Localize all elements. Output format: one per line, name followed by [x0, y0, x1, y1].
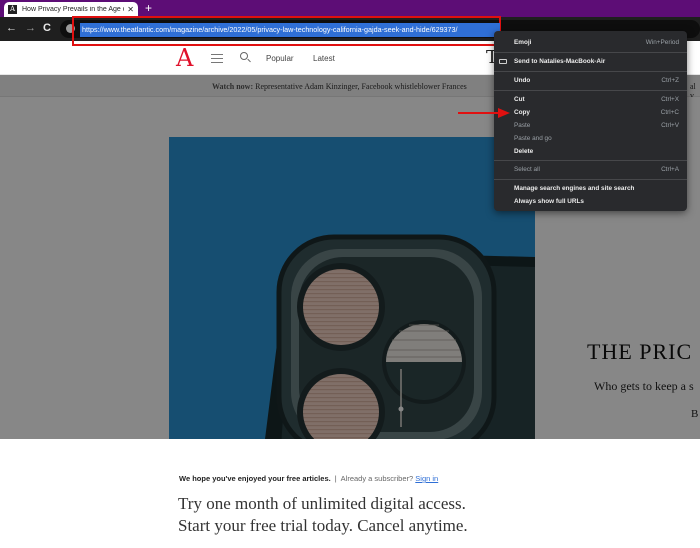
menu-item-paste-and-go-label: Paste and go — [514, 135, 552, 142]
menu-item-select-all-label: Select all — [514, 166, 540, 173]
hero-image — [169, 137, 535, 439]
nav-popular-link[interactable]: Popular — [266, 54, 294, 63]
menu-separator — [494, 90, 687, 91]
watch-now-headline[interactable]: Representative Adam Kinzinger, Facebook … — [255, 82, 467, 91]
menu-item-select-all-shortcut: Ctrl+A — [661, 166, 679, 173]
browser-tab[interactable]: A How Privacy Prevails in the Age o ✕ — [4, 2, 138, 17]
menu-item-cut[interactable]: Cut Ctrl+X — [514, 94, 679, 105]
paywall-separator: | — [334, 474, 337, 483]
menu-item-emoji[interactable]: Emoji Win+Period — [514, 37, 679, 48]
menu-item-paste-and-go[interactable]: Paste and go — [514, 133, 679, 144]
menu-item-paste-shortcut: Ctrl+V — [661, 122, 679, 129]
article-title-fragment: THE PRIC — [587, 339, 693, 364]
menu-item-manage-search-engines[interactable]: Manage search engines and site search — [514, 183, 679, 194]
menu-item-manage-search-label: Manage search engines and site search — [514, 185, 635, 192]
subscriber-question: Already a subscriber? — [340, 474, 414, 483]
url-text-selected[interactable]: https://www.theatlantic.com/magazine/arc… — [80, 23, 500, 37]
menu-separator — [494, 179, 687, 180]
paywall-lead: We hope you've enjoyed your free article… — [179, 474, 331, 483]
context-menu: Emoji Win+Period Send to Natalies-MacBoo… — [494, 31, 687, 211]
menu-item-cut-shortcut: Ctrl+X — [661, 96, 679, 103]
menu-item-emoji-label: Emoji — [514, 39, 532, 46]
nav-latest-link[interactable]: Latest — [313, 54, 335, 63]
laptop-icon — [499, 59, 507, 64]
phone-camera-illustration — [265, 234, 535, 439]
menu-item-send-to-device[interactable]: Send to Natalies-MacBook-Air — [499, 56, 679, 67]
article-byline-fragment: B — [691, 408, 699, 420]
menu-separator — [494, 71, 687, 72]
article-subtitle-fragment: Who gets to keep a s — [594, 379, 694, 393]
paywall-headline-2: Start your free trial today. Cancel anyt… — [178, 516, 468, 535]
menu-item-undo[interactable]: Undo Ctrl+Z — [514, 75, 679, 86]
new-tab-button[interactable]: + — [145, 1, 152, 15]
menu-item-copy-label: Copy — [514, 109, 530, 116]
red-arrow-annotation — [458, 108, 510, 118]
forward-button[interactable]: → — [25, 21, 36, 35]
menu-item-undo-label: Undo — [514, 77, 531, 84]
paywall-headline-1: Try one month of unlimited digital acces… — [178, 494, 466, 513]
paywall-panel: We hope you've enjoyed your free article… — [0, 439, 700, 548]
menu-item-copy-shortcut: Ctrl+C — [660, 109, 679, 116]
menu-item-cut-label: Cut — [514, 96, 525, 103]
menu-item-emoji-shortcut: Win+Period — [645, 39, 679, 46]
menu-item-undo-shortcut: Ctrl+Z — [661, 77, 679, 84]
menu-item-select-all[interactable]: Select all Ctrl+A — [514, 164, 679, 175]
menu-item-paste-label: Paste — [514, 122, 531, 129]
hamburger-menu-icon[interactable] — [211, 54, 223, 63]
search-icon[interactable] — [240, 52, 248, 60]
menu-separator — [494, 160, 687, 161]
sign-in-link[interactable]: Sign in — [415, 474, 438, 483]
close-tab-icon[interactable]: ✕ — [127, 5, 134, 14]
menu-item-delete-label: Delete — [514, 148, 534, 155]
tab-strip: A How Privacy Prevails in the Age o ✕ + — [0, 0, 700, 17]
menu-item-always-show-urls-label: Always show full URLs — [514, 198, 584, 205]
screen: { "browser": { "tab_title": "How Privacy… — [0, 0, 700, 548]
tab-title: How Privacy Prevails in the Age o — [22, 6, 125, 13]
watch-now-text: Watch now: Representative Adam Kinzinger… — [212, 82, 467, 91]
back-button[interactable]: ← — [6, 21, 17, 35]
menu-item-always-show-full-urls[interactable]: Always show full URLs — [514, 196, 679, 207]
url-highlight-annotation: https://www.theatlantic.com/magazine/arc… — [72, 16, 501, 46]
menu-item-paste[interactable]: Paste Ctrl+V — [514, 120, 679, 131]
menu-separator — [494, 52, 687, 53]
reload-button[interactable]: C — [43, 21, 51, 35]
paywall-notice: We hope you've enjoyed your free article… — [179, 474, 438, 483]
menu-item-send-to-label: Send to Natalies-MacBook-Air — [514, 58, 606, 65]
watch-now-label: Watch now: — [212, 82, 254, 91]
menu-item-delete[interactable]: Delete — [514, 146, 679, 157]
atlantic-logo[interactable]: A — [176, 45, 193, 71]
atlantic-favicon-icon: A — [8, 5, 17, 14]
menu-item-copy[interactable]: Copy Ctrl+C — [514, 107, 679, 118]
